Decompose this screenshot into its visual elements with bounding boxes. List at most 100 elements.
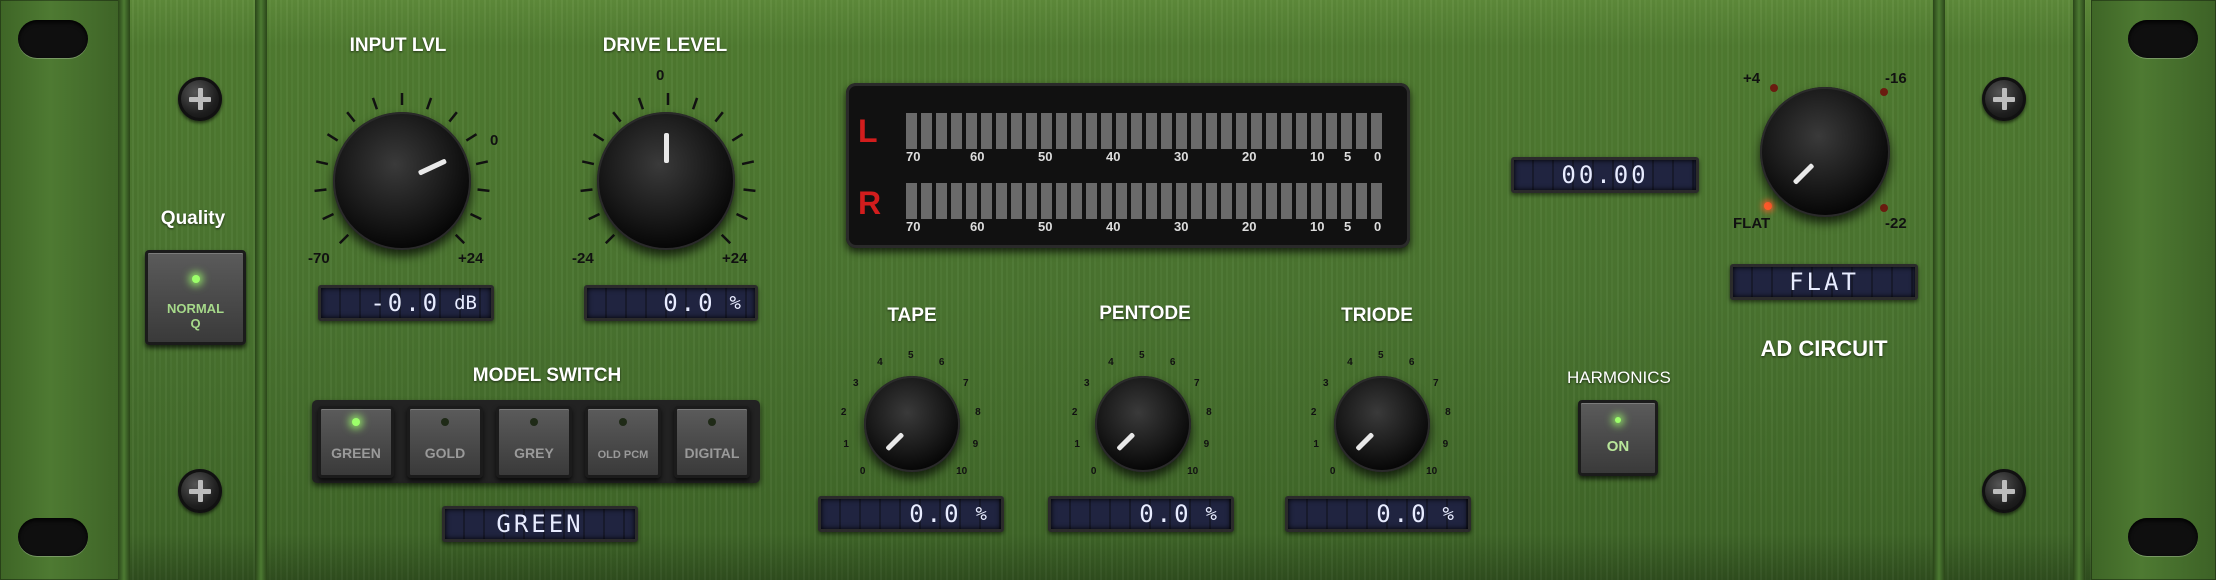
meter-segment — [1191, 183, 1202, 219]
value-readout[interactable]: 00.00 — [1511, 157, 1699, 193]
tape-scale-label: 7 — [963, 378, 969, 390]
scale-tick — [612, 111, 622, 123]
tape-knob[interactable] — [864, 376, 960, 472]
pentode-knob[interactable] — [1095, 376, 1191, 472]
input-min-label: -70 — [308, 250, 330, 267]
scale-tick — [714, 111, 724, 123]
ad-mark-minus22: -22 — [1885, 215, 1907, 232]
meter-segment — [1026, 183, 1037, 219]
meter-segment — [1311, 183, 1322, 219]
meter-scale-label: 5 — [1344, 149, 1352, 164]
meter-segment — [1041, 183, 1052, 219]
model-button-label: GOLD — [424, 445, 466, 461]
ad-circuit-display[interactable]: FLAT — [1730, 264, 1918, 300]
drive-level-display[interactable]: 0.0 % — [584, 285, 758, 321]
meter-segment — [1056, 183, 1067, 219]
scale-tick — [314, 188, 327, 193]
meter-segment — [1116, 113, 1127, 149]
meter-segment — [1011, 113, 1022, 149]
model-button-label: GREY — [514, 445, 554, 461]
left-rack-ear — [0, 0, 125, 580]
harmonics-button[interactable]: ON — [1578, 400, 1658, 476]
meter-segment — [1236, 113, 1247, 149]
vu-right-channel: 70 60 50 40 30 20 10 5 0 — [906, 183, 1386, 234]
right-rail-inner — [1933, 0, 1945, 580]
meter-segment — [951, 183, 962, 219]
tape-scale-label: 4 — [877, 357, 883, 369]
triode-scale-label: 8 — [1445, 407, 1451, 419]
triode-scale-label: 9 — [1442, 439, 1449, 450]
ad-circuit-knob[interactable] — [1760, 87, 1890, 217]
pentode-scale-label: 5 — [1139, 350, 1145, 361]
meter-segment — [1221, 183, 1232, 219]
meter-segment — [1356, 113, 1367, 149]
meter-scale-label: 40 — [1106, 219, 1121, 234]
screw-icon — [178, 77, 222, 121]
ad-led-plus4 — [1770, 84, 1778, 92]
scale-tick — [448, 111, 458, 123]
tape-scale-label: 2 — [840, 407, 847, 419]
meter-segment — [1206, 183, 1217, 219]
harmonics-led — [1615, 417, 1621, 423]
meter-segment — [1146, 113, 1157, 149]
ad-led-minus22 — [1880, 204, 1888, 212]
scale-tick — [326, 133, 339, 142]
pentode-display[interactable]: 0.0 % — [1048, 496, 1234, 532]
model-button-gold[interactable]: GOLD — [407, 406, 483, 478]
meter-scale-label: 50 — [1038, 149, 1053, 164]
meter-segment — [1236, 183, 1247, 219]
model-switch-label: MODEL SWITCH — [472, 365, 622, 386]
pentode-pointer — [1115, 432, 1135, 452]
drive-level-knob[interactable] — [597, 112, 735, 250]
meter-segment — [1281, 113, 1292, 149]
quality-button-line1: NORMAL — [166, 301, 225, 316]
tape-scale-label: 1 — [843, 439, 849, 450]
triode-knob[interactable] — [1334, 376, 1430, 472]
model-display[interactable]: GREEN — [442, 506, 638, 542]
meter-segment — [1131, 113, 1142, 149]
meter-segment — [936, 183, 947, 219]
model-button-label: OLD PCM — [597, 449, 649, 461]
pentode-scale-label: 4 — [1108, 357, 1114, 369]
meter-segment — [1371, 183, 1382, 219]
scale-tick — [371, 97, 379, 110]
meter-segment — [1251, 113, 1262, 149]
triode-scale-label: 10 — [1426, 466, 1438, 478]
pentode-scale-label: 9 — [1203, 439, 1210, 450]
input-level-display[interactable]: -0.0 dB — [318, 285, 494, 321]
tape-scale-label: 10 — [956, 466, 968, 478]
meter-segment — [1221, 113, 1232, 149]
ad-circuit-label: AD CIRCUIT — [1760, 336, 1888, 361]
meter-segment — [1026, 113, 1037, 149]
input-level-unit: dB — [454, 292, 477, 314]
meter-segment — [1371, 113, 1382, 149]
pentode-scale-label: 6 — [1169, 357, 1176, 369]
drive-level-value: 0.0 — [663, 289, 716, 317]
scale-tick — [425, 97, 433, 110]
meter-segment — [921, 113, 932, 149]
triode-scale-label: 2 — [1310, 407, 1317, 419]
meter-scale-label: 10 — [1310, 219, 1325, 234]
tape-display[interactable]: 0.0 % — [818, 496, 1004, 532]
meter-segment — [1356, 183, 1367, 219]
right-rack-ear — [2091, 0, 2216, 580]
meter-scale-label: 70 — [906, 149, 921, 164]
model-button-old-pcm[interactable]: OLD PCM — [585, 406, 661, 478]
model-button-green[interactable]: GREEN — [318, 406, 394, 478]
meter-segment — [951, 113, 962, 149]
scale-tick — [477, 188, 490, 193]
model-button-grey[interactable]: GREY — [496, 406, 572, 478]
triode-display[interactable]: 0.0 % — [1285, 496, 1471, 532]
rack-slot-icon — [2128, 518, 2198, 556]
quality-button[interactable]: NORMAL Q — [145, 250, 246, 345]
model-led-digital — [708, 418, 716, 426]
model-button-digital[interactable]: DIGITAL — [674, 406, 750, 478]
harmonics-button-label: ON — [1606, 438, 1630, 455]
meter-segment — [981, 183, 992, 219]
ad-circuit-pointer — [1792, 162, 1815, 185]
input-level-knob[interactable] — [333, 112, 471, 250]
scale-tick — [475, 160, 489, 166]
meter-segment — [1251, 183, 1262, 219]
triode-scale-label: 5 — [1378, 350, 1384, 361]
meter-segment — [1296, 113, 1307, 149]
